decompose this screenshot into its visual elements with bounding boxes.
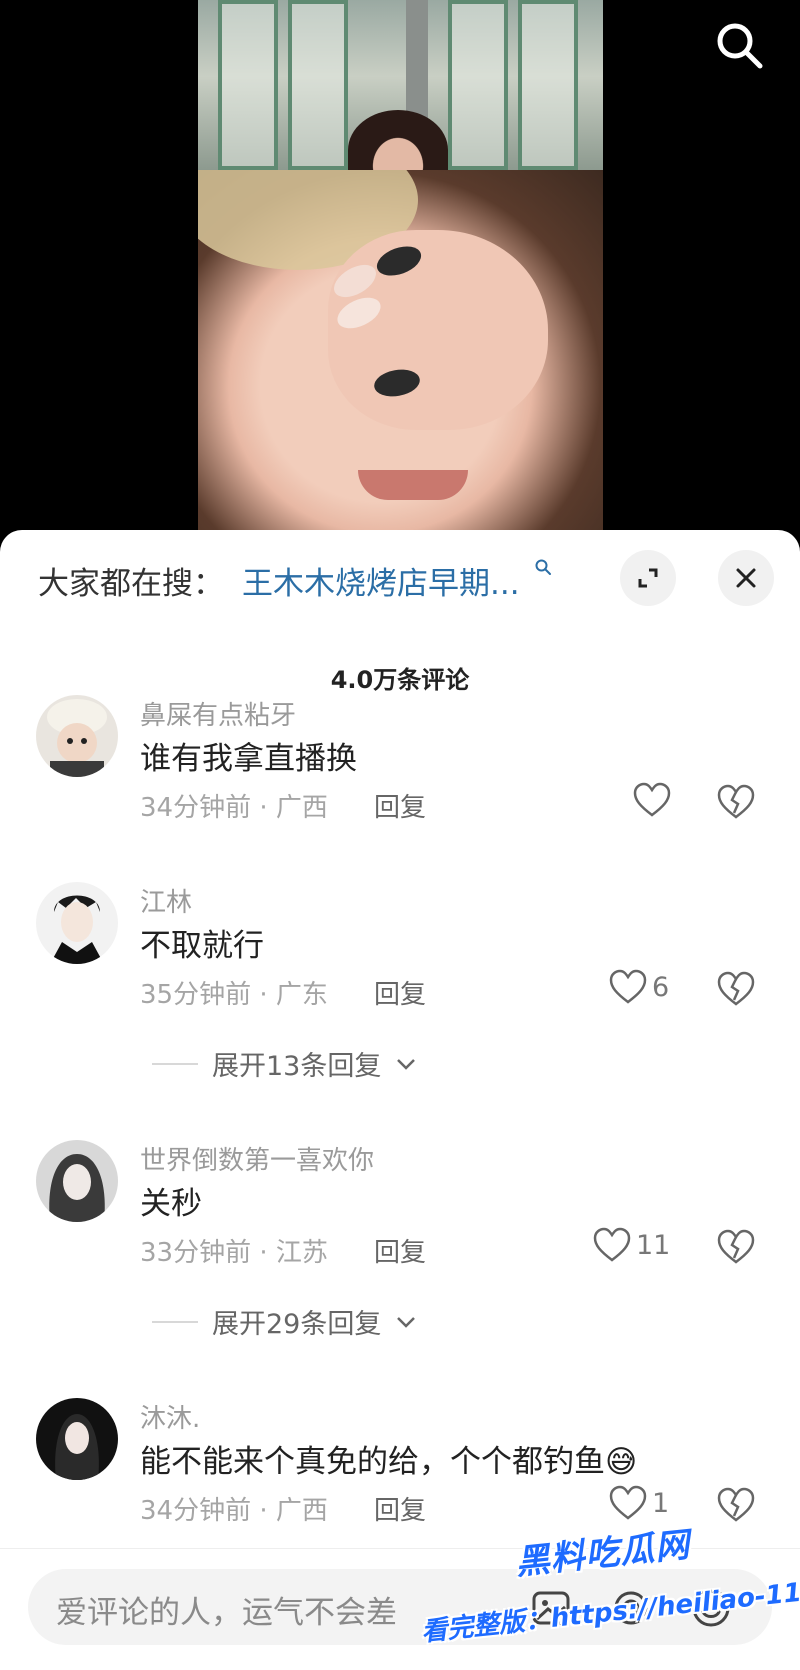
- dislike-heart-icon[interactable]: [716, 1486, 760, 1530]
- dislike-heart-icon[interactable]: [716, 783, 760, 827]
- expand-icon: [638, 568, 658, 588]
- hot-search-label: 大家都在搜：: [38, 566, 224, 602]
- top-video-frame: [198, 0, 603, 170]
- comment-username[interactable]: 沐沐.: [140, 1398, 200, 1435]
- expand-replies[interactable]: 展开29条回复: [152, 1302, 417, 1341]
- reply-button[interactable]: 回复: [374, 787, 426, 824]
- comment-input-placeholder: 爱评论的人，运气不会差: [56, 1595, 397, 1631]
- person-head-shape: [348, 110, 448, 170]
- avatar[interactable]: [36, 1140, 118, 1222]
- hot-search-link[interactable]: 王木木烧烤店早期...: [242, 558, 520, 603]
- avatar[interactable]: [36, 882, 118, 964]
- heart-icon: [609, 969, 647, 1004]
- chevron-down-icon: [397, 1058, 416, 1070]
- like-count: 11: [636, 1229, 671, 1261]
- search-icon[interactable]: [712, 18, 768, 74]
- comment-username[interactable]: 江林: [140, 882, 192, 919]
- comment-username[interactable]: 世界倒数第一喜欢你: [140, 1140, 374, 1177]
- avatar[interactable]: [36, 695, 118, 777]
- window-shape: [218, 0, 278, 170]
- expand-replies[interactable]: 展开13条回复: [152, 1044, 417, 1083]
- comment-meta: 34分钟前 · 广西: [140, 1496, 328, 1526]
- comment-text: 谁有我拿直播换: [140, 741, 357, 777]
- reply-button[interactable]: 回复: [374, 974, 426, 1011]
- avatar[interactable]: [36, 1398, 118, 1480]
- comment-count: 4.0万条评论: [330, 666, 470, 694]
- heart-icon: [609, 1485, 647, 1520]
- reply-button[interactable]: 回复: [374, 1232, 426, 1269]
- comment-username[interactable]: 鼻屎有点粘牙: [140, 695, 296, 732]
- smile-shape: [358, 470, 468, 500]
- window-shape: [288, 0, 348, 170]
- dislike-heart-icon[interactable]: [716, 1228, 760, 1272]
- comment-text: 关秒: [140, 1186, 202, 1222]
- reply-button[interactable]: 回复: [374, 1490, 426, 1527]
- comment-meta: 35分钟前 · 广东: [140, 980, 328, 1010]
- mini-search-icon: [534, 558, 552, 576]
- like-button[interactable]: 6: [608, 968, 669, 1006]
- like-count: 1: [652, 1487, 670, 1519]
- divider: [152, 1320, 198, 1323]
- heart-icon: [593, 1227, 631, 1262]
- expand-replies-label: 展开13条回复: [212, 1051, 382, 1082]
- comments-sheet: 大家都在搜： 王木木烧烤店早期... 4.0万条评论 鼻屎有点粘牙 谁有我拿直播…: [0, 530, 800, 1670]
- live-video-area[interactable]: [0, 0, 800, 560]
- like-button[interactable]: 1: [608, 1484, 669, 1522]
- comment-text: 能不能来个真免的给，个个都钓鱼😅: [140, 1436, 637, 1481]
- window-shape: [518, 0, 578, 170]
- comment-meta: 33分钟前 · 江苏: [140, 1238, 328, 1268]
- chevron-down-icon: [397, 1316, 416, 1328]
- main-video-frame: [198, 170, 603, 530]
- heart-icon: [633, 782, 671, 817]
- hand-shape: [328, 230, 548, 430]
- divider: [152, 1062, 198, 1065]
- like-button[interactable]: [632, 781, 676, 819]
- comment-text-body: 能不能来个真免的给，个个都钓鱼: [140, 1444, 605, 1480]
- dislike-heart-icon[interactable]: [716, 970, 760, 1014]
- comment-meta: 34分钟前 · 广西: [140, 793, 328, 823]
- like-count: 6: [652, 971, 670, 1003]
- close-icon: [736, 568, 756, 588]
- close-button[interactable]: [718, 550, 774, 606]
- expand-replies-label: 展开29条回复: [212, 1309, 382, 1340]
- comment-text: 不取就行: [140, 928, 264, 964]
- expand-button[interactable]: [620, 550, 676, 606]
- like-button[interactable]: 11: [592, 1226, 670, 1264]
- window-shape: [448, 0, 508, 170]
- sheet-header: 大家都在搜： 王木木烧烤店早期...: [0, 530, 800, 630]
- grinning-sweat-emoji: 😅: [605, 1444, 638, 1480]
